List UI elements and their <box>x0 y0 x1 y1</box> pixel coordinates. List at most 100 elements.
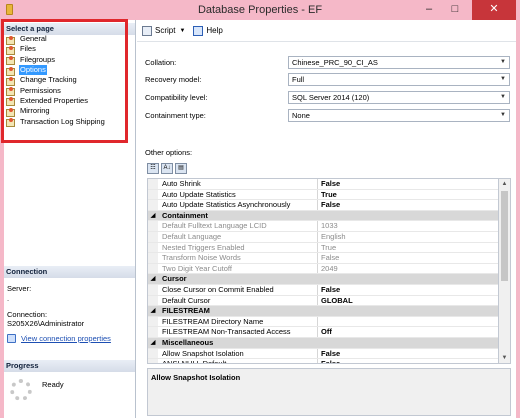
grid-row[interactable]: Allow Snapshot Isolation False <box>148 348 498 360</box>
chevron-down-icon[interactable]: ▼ <box>500 110 506 121</box>
script-icon[interactable] <box>142 25 152 36</box>
category-label: Cursor <box>162 274 187 284</box>
property-value[interactable]: True <box>318 190 337 200</box>
script-dropdown-icon[interactable]: ▼ <box>179 28 185 34</box>
grid-row[interactable]: Auto Shrink False <box>148 179 498 190</box>
collapse-icon[interactable]: ◢ <box>148 210 158 221</box>
page-item-change-tracking[interactable]: Change Tracking <box>6 75 134 86</box>
grid-row[interactable]: FILESTREAM Directory Name <box>148 316 498 328</box>
field-label: Recovery model: <box>145 75 202 84</box>
row-gutter <box>148 348 158 359</box>
field-dropdown[interactable]: Chinese_PRC_90_CI_AS ▼ <box>288 56 510 69</box>
property-value[interactable]: False <box>318 253 339 263</box>
property-name: Allow Snapshot Isolation <box>158 348 318 359</box>
page-icon <box>6 97 15 107</box>
page-item-files[interactable]: Files <box>6 44 134 55</box>
collapse-icon[interactable]: ◢ <box>148 274 158 284</box>
collapse-icon[interactable]: ◢ <box>148 337 158 348</box>
help-icon[interactable] <box>193 25 204 36</box>
page-item-extended-properties[interactable]: Extended Properties <box>6 96 134 107</box>
property-description: Allow Snapshot Isolation <box>147 368 511 416</box>
property-name: Auto Update Statistics <box>158 189 318 200</box>
page-icon <box>6 66 15 76</box>
property-value[interactable]: False <box>318 349 340 359</box>
property-pages-button[interactable]: ▤ <box>175 163 187 174</box>
chevron-down-icon[interactable]: ▼ <box>500 57 506 68</box>
alphabetical-button[interactable]: A↓ <box>161 163 173 174</box>
grid-row[interactable]: Nested Triggers Enabled True <box>148 242 498 254</box>
property-value[interactable]: False <box>318 200 340 210</box>
page-item-mirroring[interactable]: Mirroring <box>6 106 134 117</box>
chevron-down-icon[interactable]: ▼ <box>500 74 506 85</box>
field-label: Collation: <box>145 58 177 67</box>
page-item-transaction-log-shipping[interactable]: Transaction Log Shipping <box>6 116 134 128</box>
progress-header: Progress <box>4 360 135 372</box>
progress-spinner-icon <box>10 379 32 401</box>
field-dropdown[interactable]: SQL Server 2014 (120) ▼ <box>288 91 510 104</box>
categorized-button[interactable]: ☷ <box>147 163 159 174</box>
chevron-down-icon[interactable]: ▼ <box>500 92 506 103</box>
grid-row[interactable]: Two Digit Year Cutoff 2049 <box>148 263 498 275</box>
grid-row[interactable]: Close Cursor on Commit Enabled False <box>148 284 498 296</box>
scroll-thumb[interactable] <box>501 191 508 281</box>
field-dropdown[interactable]: Full ▼ <box>288 73 510 86</box>
property-value[interactable]: True <box>318 243 336 253</box>
page-item-label: General <box>20 34 47 44</box>
property-value[interactable]: 2049 <box>318 264 338 274</box>
property-value[interactable]: GLOBAL <box>318 296 353 306</box>
property-value[interactable]: False <box>318 359 340 363</box>
scroll-up-icon[interactable]: ▲ <box>499 179 510 189</box>
right-pane: Script ▼ Help Collation: Chinese_PRC_90_C… <box>137 20 516 418</box>
field-dropdown[interactable]: None ▼ <box>288 109 510 122</box>
grid-row[interactable]: ANSI NULL Default False <box>148 359 498 363</box>
scroll-down-icon[interactable]: ▼ <box>499 353 510 363</box>
property-value[interactable]: False <box>318 285 340 295</box>
page-item-filegroups[interactable]: Filegroups <box>6 54 134 66</box>
grid-category[interactable]: ◢ Containment <box>148 210 498 222</box>
grid-category[interactable]: ◢ Miscellaneous <box>148 337 498 349</box>
property-value[interactable]: English <box>318 232 346 242</box>
row-gutter <box>148 295 158 306</box>
minimize-button[interactable]: – <box>416 0 442 20</box>
grid-category[interactable]: ◢ FILESTREAM <box>148 306 498 317</box>
script-button[interactable]: Script <box>155 26 175 35</box>
help-button[interactable]: Help <box>206 26 222 35</box>
view-connection-link[interactable]: View connection properties <box>21 334 111 343</box>
property-value[interactable]: Off <box>318 327 332 337</box>
view-connection-properties[interactable]: View connection properties <box>7 334 111 343</box>
page-item-label: Transaction Log Shipping <box>20 116 105 126</box>
page-item-general[interactable]: General <box>6 34 134 45</box>
property-value[interactable] <box>318 317 321 327</box>
grid-row[interactable]: Default Fulltext Language LCID 1033 <box>148 221 498 232</box>
grid-scrollbar[interactable]: ▲ ▼ <box>499 178 511 364</box>
grid-sort-buttons: ☷ A↓ ▤ <box>147 163 189 174</box>
property-name: Default Language <box>158 231 318 242</box>
field-value: Chinese_PRC_90_CI_AS <box>292 58 378 67</box>
row-gutter <box>148 284 158 295</box>
collapse-icon[interactable]: ◢ <box>148 306 158 316</box>
grid-category[interactable]: ◢ Cursor <box>148 274 498 285</box>
property-value[interactable]: 1033 <box>318 221 338 231</box>
page-item-options[interactable]: Options <box>6 65 134 76</box>
page-icon <box>6 56 15 66</box>
grid-row[interactable]: Default Language English <box>148 231 498 243</box>
row-gutter <box>148 200 158 210</box>
page-item-label: Options <box>19 65 47 76</box>
field-label: Compatibility level: <box>145 93 208 102</box>
close-button[interactable]: ✕ <box>472 0 516 20</box>
field-value: Full <box>292 75 305 84</box>
property-value[interactable]: False <box>318 179 340 189</box>
page-item-label: Filegroups <box>20 54 56 64</box>
page-item-permissions[interactable]: Permissions <box>6 85 134 97</box>
grid-row[interactable]: Default Cursor GLOBAL <box>148 295 498 307</box>
property-name: Auto Update Statistics Asynchronously <box>158 200 318 210</box>
property-grid[interactable]: Auto Shrink False Auto Update Statistics Tr… <box>147 178 499 364</box>
page-item-label: Mirroring <box>20 106 50 116</box>
grid-row[interactable]: Auto Update Statistics Asynchronously Fal… <box>148 200 498 211</box>
category-label: Containment <box>162 210 208 220</box>
grid-row[interactable]: Auto Update Statistics True <box>148 189 498 201</box>
grid-row[interactable]: FILESTREAM Non-Transacted Access Off <box>148 327 498 338</box>
grid-row[interactable]: Transform Noise Words False <box>148 253 498 264</box>
maximize-button[interactable]: □ <box>442 0 468 20</box>
connection-label: Connection: <box>7 310 48 319</box>
